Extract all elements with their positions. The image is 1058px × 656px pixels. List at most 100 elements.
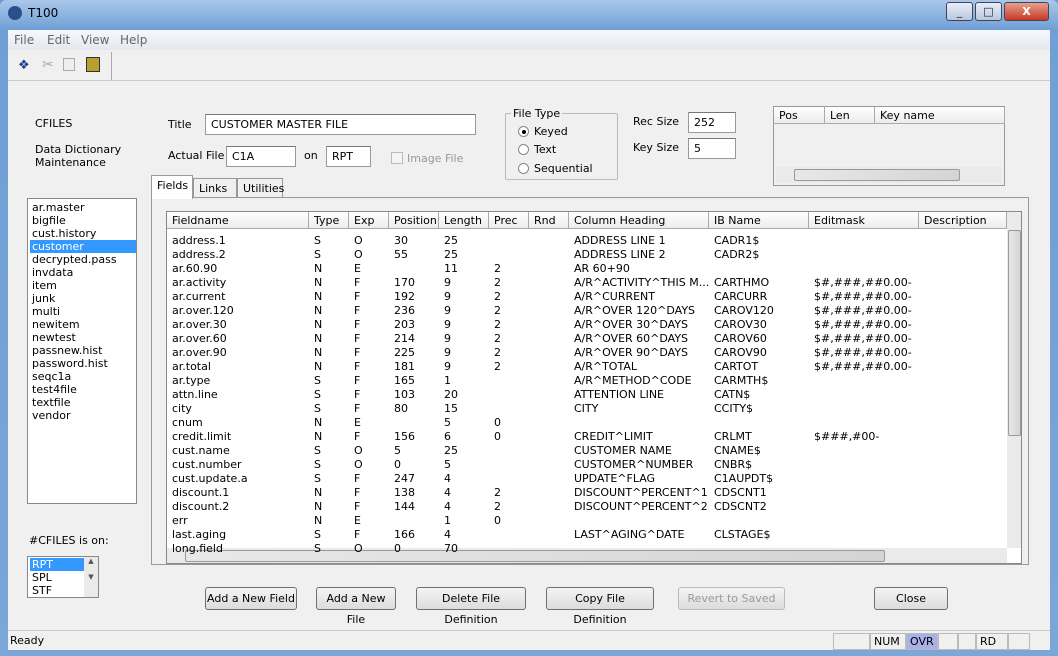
table-row[interactable]: ar.type S F 165 1 A/R^METHOD^CODE CARMTH$	[167, 374, 1007, 388]
paste-icon[interactable]	[86, 57, 100, 72]
table-row[interactable]: city S F 80 15 CITY CCITY$	[167, 402, 1007, 416]
table-row[interactable]: address.1 S O 30 25 ADDRESS LINE 1 CADR1$	[167, 234, 1007, 248]
table-row[interactable]: credit.limit N F 156 6 0 CREDIT^LIMIT CRLMT $###…	[167, 430, 1007, 444]
table-row[interactable]: attn.line S F 103 20 ATTENTION LINE CATN$	[167, 388, 1007, 402]
key-col-name[interactable]: Key name	[875, 107, 1005, 124]
add-field-button[interactable]: Add a New Field	[205, 587, 297, 610]
file-list-item[interactable]: textfile	[30, 396, 136, 409]
file-list-item[interactable]: vendor	[30, 409, 136, 422]
file-list-item[interactable]: bigfile	[30, 214, 136, 227]
fields-vscroll-thumb[interactable]	[1008, 230, 1021, 436]
key-table-hscrollbar[interactable]	[776, 167, 1002, 183]
minimize-button[interactable]: _	[946, 2, 973, 21]
column-header-fieldname[interactable]: Fieldname	[167, 212, 309, 229]
radio-keyed[interactable]	[518, 126, 529, 137]
key-col-len[interactable]: Len	[825, 107, 875, 124]
table-cell	[919, 360, 1007, 374]
file-list-item[interactable]: password.hist	[30, 357, 136, 370]
tab-utilities[interactable]: Utilities	[237, 178, 284, 198]
cut-icon[interactable]: ✂	[42, 57, 54, 73]
radio-text[interactable]	[518, 144, 529, 155]
table-row[interactable]: cust.name S O 5 25 CUSTOMER NAME CNAME$	[167, 444, 1007, 458]
key-col-pos[interactable]: Pos	[774, 107, 825, 124]
table-cell: CADR1$	[714, 234, 760, 247]
column-header-type[interactable]: Type	[309, 212, 349, 229]
column-header-exp[interactable]: Exp	[349, 212, 389, 229]
table-row[interactable]: long.field S O 0 70	[167, 542, 1007, 556]
file-list-item[interactable]: item	[30, 279, 136, 292]
menu-edit[interactable]: Edit	[47, 33, 70, 47]
file-list-item[interactable]: newitem	[30, 318, 136, 331]
actual-file-input[interactable]: C1A	[226, 146, 296, 167]
menu-view[interactable]: View	[81, 33, 109, 47]
fields-table[interactable]: Fieldname Type Exp Position Length Prec Rnd Col…	[166, 211, 1022, 564]
table-row[interactable]: cust.number S O 0 5 CUSTOMER^NUMBER CNBR$	[167, 458, 1007, 472]
volume-list-item[interactable]: SPL	[30, 571, 84, 584]
file-list-item[interactable]: customer	[30, 240, 136, 253]
add-file-button[interactable]: Add a New File	[316, 587, 396, 626]
toolbar-divider	[111, 52, 112, 80]
revert-to-saved-button[interactable]: Revert to Saved	[678, 587, 785, 610]
column-header-prec[interactable]: Prec	[489, 212, 529, 229]
file-list-item[interactable]: cust.history	[30, 227, 136, 240]
file-list[interactable]: ar.master bigfile cust.history customer decr…	[27, 198, 137, 504]
image-file-checkbox[interactable]	[391, 152, 403, 164]
table-row[interactable]: ar.over.30 N F 203 9 2 A/R^OVER 30^DAYS CAROV30…	[167, 318, 1007, 332]
file-list-item[interactable]: seqc1a	[30, 370, 136, 383]
volume-list[interactable]: ▲ ▼ RPT SPL STF	[27, 556, 99, 598]
file-list-item[interactable]: multi	[30, 305, 136, 318]
column-header-column-heading[interactable]: Column Heading	[569, 212, 709, 229]
volume-list-item[interactable]: RPT	[30, 558, 84, 571]
close-window-button[interactable]: X	[1004, 2, 1049, 21]
delete-file-definition-button[interactable]: Delete File Definition	[416, 587, 526, 626]
maximize-button[interactable]: □	[975, 2, 1002, 21]
table-row[interactable]: err N E 1 0	[167, 514, 1007, 528]
column-header-position[interactable]: Position	[389, 212, 439, 229]
radio-sequential[interactable]	[518, 163, 529, 174]
fields-vscrollbar[interactable]	[1007, 212, 1021, 548]
table-row[interactable]: ar.over.90 N F 225 9 2 A/R^OVER 90^DAYS CAROV90…	[167, 346, 1007, 360]
copy-file-definition-button[interactable]: Copy File Definition	[546, 587, 654, 626]
close-button[interactable]: Close	[874, 587, 948, 610]
file-list-item[interactable]: test4file	[30, 383, 136, 396]
table-row[interactable]: ar.60.90 N E 11 2 AR 60+90	[167, 262, 1007, 276]
menu-file[interactable]: File	[14, 33, 34, 47]
table-row[interactable]: discount.2 N F 144 4 2 DISCOUNT^PERCENT^2 CDSCN…	[167, 500, 1007, 514]
table-row[interactable]: ar.total N F 181 9 2 A/R^TOTAL CARTOT $#,###,##0…	[167, 360, 1007, 374]
table-row[interactable]: discount.1 N F 138 4 2 DISCOUNT^PERCENT^1 CDSCN…	[167, 486, 1007, 500]
on-volume-input[interactable]: RPT	[326, 146, 371, 167]
column-header-rnd[interactable]: Rnd	[529, 212, 569, 229]
volume-list-item[interactable]: STF	[30, 584, 84, 597]
column-header-length[interactable]: Length	[439, 212, 489, 229]
table-cell	[809, 458, 919, 472]
rec-size-input[interactable]: 252	[688, 112, 736, 133]
table-row[interactable]: last.aging S F 166 4 LAST^AGING^DATE CLSTAGE$	[167, 528, 1007, 542]
column-header-editmask[interactable]: Editmask	[809, 212, 919, 229]
table-row[interactable]: ar.current N F 192 9 2 A/R^CURRENT CARCURR $#,##…	[167, 290, 1007, 304]
volume-scrollbar[interactable]: ▲ ▼	[84, 557, 98, 597]
tab-fields[interactable]: Fields	[151, 175, 193, 199]
key-table[interactable]: Pos Len Key name	[773, 106, 1005, 186]
title-input[interactable]: CUSTOMER MASTER FILE	[205, 114, 476, 135]
file-list-item[interactable]: decrypted.pass	[30, 253, 136, 266]
menu-help[interactable]: Help	[120, 33, 147, 47]
file-list-item[interactable]: passnew.hist	[30, 344, 136, 357]
cfiles-logo-icon[interactable]: ❖	[18, 58, 30, 73]
file-list-item[interactable]: junk	[30, 292, 136, 305]
file-list-item[interactable]: invdata	[30, 266, 136, 279]
column-header-ib-name[interactable]: IB Name	[709, 212, 809, 229]
table-row[interactable]: cnum N E 5 0	[167, 416, 1007, 430]
tab-links[interactable]: Links	[193, 178, 237, 198]
key-size-input[interactable]: 5	[688, 138, 736, 159]
table-row[interactable]: ar.over.120 N F 236 9 2 A/R^OVER 120^DAYS CAROV…	[167, 304, 1007, 318]
table-row[interactable]: address.2 S O 55 25 ADDRESS LINE 2 CADR2$	[167, 248, 1007, 262]
file-list-item[interactable]: newtest	[30, 331, 136, 344]
column-header-description[interactable]: Description	[919, 212, 1007, 229]
copy-icon[interactable]	[63, 58, 75, 71]
table-row[interactable]: ar.over.60 N F 214 9 2 A/R^OVER 60^DAYS CAROV60…	[167, 332, 1007, 346]
table-row[interactable]: cust.update.a S F 247 4 UPDATE^FLAG C1AUPDT$	[167, 472, 1007, 486]
key-table-scroll-thumb[interactable]	[794, 169, 960, 181]
file-list-item[interactable]: ar.master	[30, 201, 136, 214]
window-title: T100	[28, 6, 59, 20]
table-row[interactable]: ar.activity N F 170 9 2 A/R^ACTIVITY^THIS M...…	[167, 276, 1007, 290]
